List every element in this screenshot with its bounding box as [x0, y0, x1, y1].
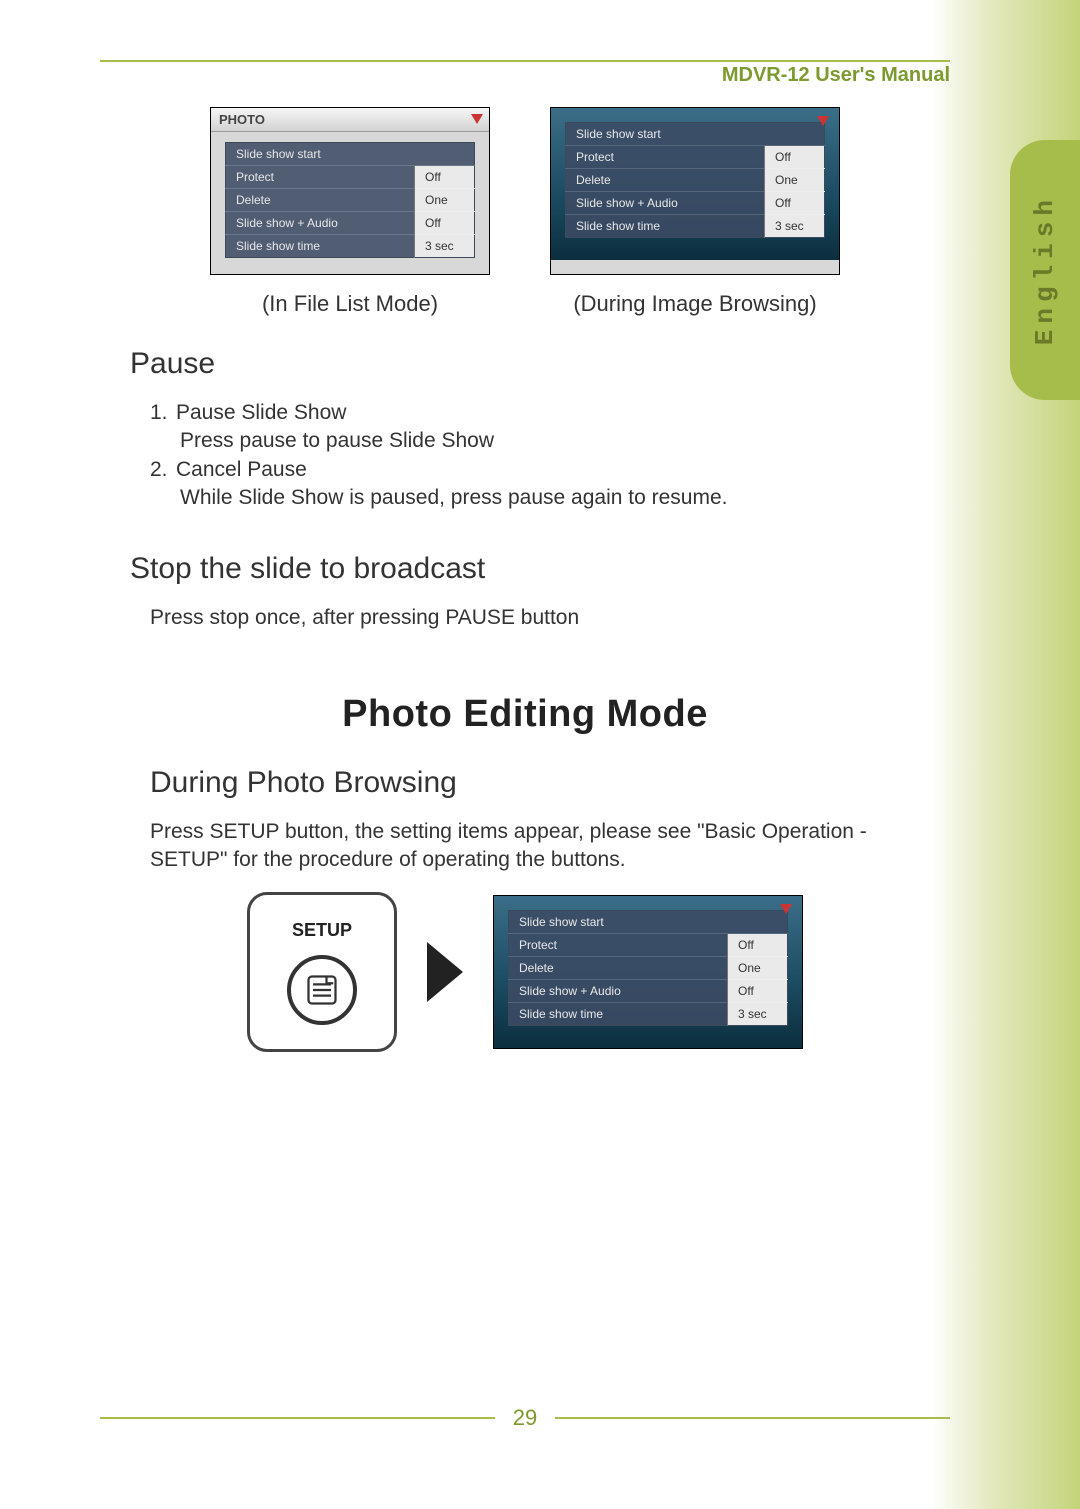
menu-item: Slide show + Audio [566, 192, 765, 215]
menu-item: Slide show + Audio [226, 212, 415, 235]
screenshot-setup-result: Slide show start ProtectOff DeleteOne Sl… [493, 895, 803, 1049]
menu-item: Slide show + Audio [509, 980, 728, 1003]
menu-item: Protect [566, 146, 765, 169]
screenshot-captions: (In File List Mode) (During Image Browsi… [100, 291, 950, 317]
photo-menu-panel-right: Slide show start ProtectOff DeleteOne Sl… [565, 122, 825, 238]
menu-item: Slide show time [226, 235, 415, 258]
menu-value: Off [728, 934, 788, 957]
menu-value: One [765, 169, 825, 192]
photo-editing-body: Press SETUP button, the setting items ap… [150, 818, 920, 875]
menu-value: 3 sec [728, 1003, 788, 1026]
photo-menu-panel-left: Slide show start ProtectOff DeleteOne Sl… [225, 142, 475, 258]
dropdown-icon [780, 904, 792, 914]
pause-item-1-body: Press pause to pause Slide Show [180, 427, 950, 455]
photo-menu-panel-setup: Slide show start ProtectOff DeleteOne Sl… [508, 910, 788, 1026]
header-rule [100, 60, 950, 62]
menu-item: Slide show time [509, 1003, 728, 1026]
photo-titlebar-text: PHOTO [219, 112, 265, 127]
dropdown-icon [471, 114, 483, 124]
photo-editing-title: Photo Editing Mode [100, 693, 950, 736]
list-title: Cancel Pause [176, 458, 307, 481]
caption-left: (In File List Mode) [210, 291, 490, 317]
pause-item-2-body: While Slide Show is paused, press pause … [180, 484, 950, 512]
stop-heading: Stop the slide to broadcast [130, 552, 950, 586]
setup-label: SETUP [292, 920, 352, 941]
menu-value: Off [765, 192, 825, 215]
menu-item: Delete [566, 169, 765, 192]
menu-value: 3 sec [415, 235, 475, 258]
during-browsing-heading: During Photo Browsing [150, 766, 950, 800]
dropdown-icon [817, 116, 829, 126]
menu-item: Slide show start [566, 123, 825, 146]
list-number: 1. [150, 399, 176, 427]
menu-value: 3 sec [765, 215, 825, 238]
setup-button-box: SETUP [247, 892, 397, 1052]
photo-titlebar: PHOTO [211, 108, 489, 132]
menu-item: Slide show time [566, 215, 765, 238]
page-number: 29 [513, 1405, 537, 1431]
stop-body: Press stop once, after pressing PAUSE bu… [150, 604, 950, 632]
setup-button-icon [287, 955, 357, 1025]
footer-rule [100, 1417, 495, 1419]
screenshot-image-browsing: Slide show start ProtectOff DeleteOne Sl… [550, 107, 840, 275]
menu-value: Off [728, 980, 788, 1003]
menu-value: Off [415, 166, 475, 189]
menu-value: Off [415, 212, 475, 235]
menu-item: Protect [509, 934, 728, 957]
setup-row: SETUP Slide show start ProtectOff Delete… [100, 892, 950, 1052]
setup-icon [304, 972, 340, 1008]
menu-item: Delete [226, 189, 415, 212]
list-title: Pause Slide Show [176, 401, 346, 424]
menu-item: Protect [226, 166, 415, 189]
manual-title: MDVR-12 User's Manual [722, 64, 950, 87]
pause-heading: Pause [130, 347, 950, 381]
menu-value: Off [765, 146, 825, 169]
arrow-icon [427, 942, 463, 1002]
screenshot-row: PHOTO Slide show start ProtectOff Delete… [100, 107, 950, 275]
list-number: 2. [150, 456, 176, 484]
menu-item: Slide show start [226, 143, 475, 166]
footer-rule [555, 1417, 950, 1419]
menu-item: Slide show start [509, 911, 788, 934]
menu-value: One [728, 957, 788, 980]
menu-item: Delete [509, 957, 728, 980]
caption-right: (During Image Browsing) [550, 291, 840, 317]
menu-value: One [415, 189, 475, 212]
pause-item-2: 2.Cancel Pause [150, 456, 950, 484]
pause-item-1: 1.Pause Slide Show [150, 399, 950, 427]
footer: 29 [100, 1405, 950, 1431]
screenshot-file-list: PHOTO Slide show start ProtectOff Delete… [210, 107, 490, 275]
